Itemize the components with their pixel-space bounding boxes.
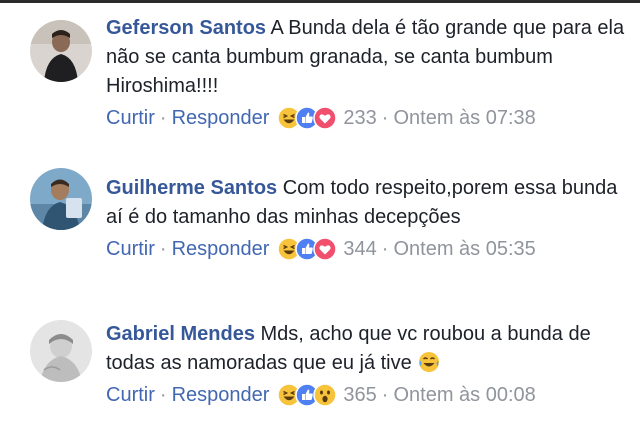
wow-icon xyxy=(313,383,338,407)
comment-text: Gabriel Mendes Mds, acho que vc roubou a… xyxy=(106,320,634,378)
author-name[interactable]: Gabriel Mendes xyxy=(106,323,255,345)
separator: · xyxy=(381,238,389,260)
comment-text: Geferson Santos A Bunda dela é tão grand… xyxy=(106,14,634,101)
separator: · xyxy=(381,107,389,129)
timestamp[interactable]: Ontem às 07:38 xyxy=(393,105,535,131)
timestamp[interactable]: Ontem às 05:35 xyxy=(393,236,535,262)
comment-actions: Curtir · Responder 233 · Ontem às 07:38 xyxy=(106,105,634,131)
like-link[interactable]: Curtir xyxy=(106,382,155,408)
reactions-summary[interactable] xyxy=(277,237,338,261)
reaction-count[interactable]: 233 xyxy=(343,105,376,131)
reply-link[interactable]: Responder xyxy=(172,105,270,131)
love-icon xyxy=(313,237,338,261)
like-link[interactable]: Curtir xyxy=(106,105,155,131)
reply-link[interactable]: Responder xyxy=(172,236,270,262)
reply-link[interactable]: Responder xyxy=(172,382,270,408)
reaction-count[interactable]: 365 xyxy=(343,382,376,408)
tears-of-joy-emoji xyxy=(418,351,440,373)
avatar[interactable] xyxy=(30,20,92,82)
comment-actions: Curtir · Responder 344 · Ontem às 05:35 xyxy=(106,236,634,262)
separator: · xyxy=(159,107,167,129)
avatar[interactable] xyxy=(30,168,92,230)
separator: · xyxy=(159,238,167,260)
love-icon xyxy=(313,106,338,130)
reaction-count[interactable]: 344 xyxy=(343,236,376,262)
separator: · xyxy=(159,384,167,406)
timestamp[interactable]: Ontem às 00:08 xyxy=(393,382,535,408)
comment-actions: Curtir · Responder 365 · Ontem às 00:08 xyxy=(106,382,634,408)
author-name[interactable]: Guilherme Santos xyxy=(106,177,277,199)
separator: · xyxy=(381,384,389,406)
like-link[interactable]: Curtir xyxy=(106,236,155,262)
reactions-summary[interactable] xyxy=(277,106,338,130)
top-divider xyxy=(0,0,640,3)
avatar[interactable] xyxy=(30,320,92,382)
reactions-summary[interactable] xyxy=(277,383,338,407)
author-name[interactable]: Geferson Santos xyxy=(106,17,266,39)
comment-text: Guilherme Santos Com todo respeito,porem… xyxy=(106,174,634,232)
